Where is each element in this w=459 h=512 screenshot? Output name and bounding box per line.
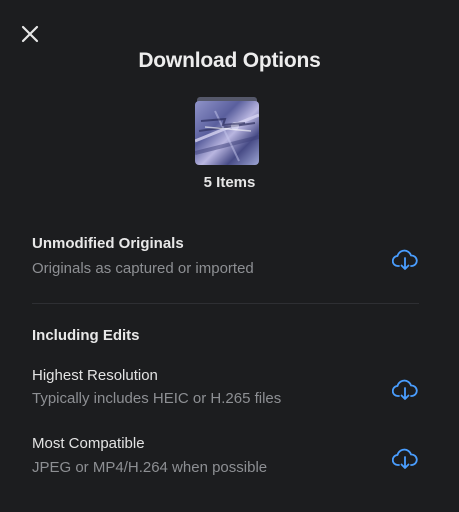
thumbnail-image	[195, 101, 259, 165]
close-button[interactable]	[16, 20, 44, 48]
cloud-download-icon	[392, 379, 418, 400]
cloud-download-icon	[392, 249, 418, 270]
cloud-download-icon	[392, 448, 418, 469]
download-options-dialog: Download Options 5 Items Unmodified Orig…	[0, 0, 459, 512]
including-edits-heading: Including Edits	[32, 327, 140, 344]
unmodified-originals-subtitle: Originals as captured or imported	[32, 260, 254, 277]
most-compatible-title: Most Compatible	[32, 435, 145, 452]
download-highest-resolution-button[interactable]	[390, 377, 420, 403]
highest-resolution-title: Highest Resolution	[32, 367, 158, 384]
close-icon	[21, 25, 39, 43]
download-most-compatible-button[interactable]	[390, 446, 420, 472]
highest-resolution-subtitle: Typically includes HEIC or H.265 files	[32, 390, 282, 407]
unmodified-originals-title: Unmodified Originals	[32, 235, 184, 252]
dialog-title: Download Options	[138, 49, 321, 72]
section-divider	[32, 303, 419, 304]
items-count: 5 Items	[203, 174, 256, 191]
download-unmodified-originals-button[interactable]	[390, 247, 420, 273]
most-compatible-subtitle: JPEG or MP4/H.264 when possible	[32, 459, 268, 476]
photo-stack-thumbnail	[193, 95, 261, 167]
